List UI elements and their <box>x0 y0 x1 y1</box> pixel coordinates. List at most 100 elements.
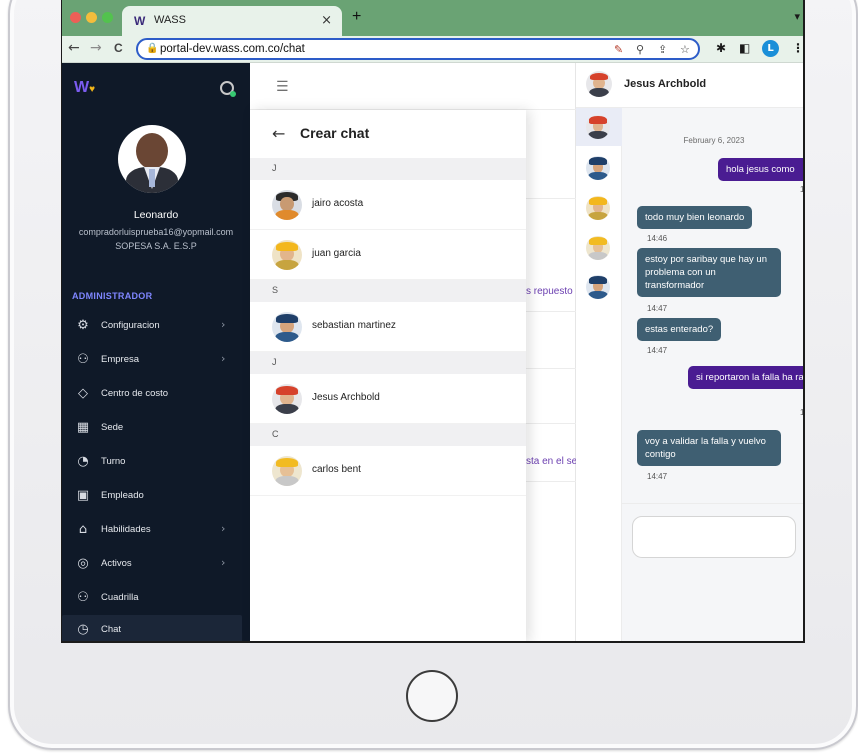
sidebar-item-label: Habilidades <box>101 524 151 535</box>
back-arrow-icon[interactable]: ← <box>68 40 80 56</box>
location-icon: ◎ <box>77 556 89 571</box>
chevron-right-icon: › <box>221 318 226 331</box>
message-bubble-incoming: estas enterado? <box>637 318 722 341</box>
url-text: portal-dev.wass.com.co/chat <box>160 43 305 55</box>
zoom-icon[interactable]: ⚲ <box>636 43 644 56</box>
wass-logo[interactable]: W♥ <box>74 79 95 97</box>
recent-contact-avatar[interactable] <box>586 275 610 299</box>
message-time: 14:47 <box>647 346 668 355</box>
user-account-icon[interactable] <box>220 81 236 97</box>
profile-avatar-icon[interactable]: L <box>762 40 779 57</box>
hamburger-menu-icon[interactable]: ☰ <box>276 79 289 95</box>
chevron-right-icon: › <box>221 522 226 535</box>
recent-contact-avatar[interactable] <box>586 236 610 260</box>
sidebar-item-sede[interactable]: ▦ Sede <box>62 413 250 443</box>
tab-list-chevron-icon[interactable]: ▾ <box>794 10 800 23</box>
password-key-icon[interactable]: ✎ <box>614 43 623 56</box>
close-tab-icon[interactable]: × <box>321 13 332 28</box>
chat-preview-snippet[interactable]: sta en el se <box>526 456 577 467</box>
sidebar-item-empleado[interactable]: ▣ Empleado <box>62 481 250 511</box>
recent-contact-avatar[interactable] <box>586 115 610 139</box>
message-bubble-outgoing: si reportaron la falla ha rato <box>688 366 803 389</box>
reload-icon[interactable]: C <box>114 41 123 55</box>
sidebar-item-chat[interactable]: ◷ Chat <box>62 615 242 641</box>
skills-icon: ⌂ <box>78 522 88 537</box>
message-time: 14:47 <box>647 472 668 481</box>
message-time: 1 <box>800 185 805 194</box>
sidebar-item-label: Configuracion <box>101 320 160 331</box>
contact-avatar <box>272 312 302 342</box>
new-tab-button[interactable]: + <box>352 8 361 26</box>
message-thread: February 6, 2023 hola jesus como 1 todo … <box>622 108 805 503</box>
message-time: 1 <box>800 408 805 417</box>
contact-item[interactable]: Jesus Archbold <box>250 374 526 424</box>
back-arrow-icon[interactable]: ← <box>272 124 285 143</box>
group-letter-header: J <box>250 158 526 180</box>
conversation-contact-name: Jesus Archbold <box>624 78 707 90</box>
url-field[interactable]: 🔒 portal-dev.wass.com.co/chat ✎ ⚲ ⇪ ☆ <box>136 38 700 60</box>
message-bubble-incoming: voy a validar la falla y vuelvo contigo <box>637 430 781 466</box>
gear-icon: ⚙ <box>77 318 89 333</box>
message-bubble-incoming: todo muy bien leonardo <box>637 206 753 229</box>
sidebar-item-label: Empresa <box>101 354 140 365</box>
group-letter-header: C <box>250 424 526 446</box>
contact-item[interactable]: carlos bent <box>250 446 526 496</box>
sidebar-item-centro-de-costo[interactable]: ◇ Centro de costo <box>62 379 250 409</box>
wass-favicon-icon: W <box>134 14 146 28</box>
recent-contact-avatar[interactable] <box>586 156 610 180</box>
browser-menu-icon[interactable]: ⋮ <box>792 41 803 55</box>
message-bubble-outgoing: hola jesus como <box>718 158 803 181</box>
lock-icon: 🔒 <box>146 43 159 54</box>
sidebar-item-turno[interactable]: ◔ Turno <box>62 447 250 477</box>
extensions-puzzle-icon[interactable]: ✱ <box>716 41 726 55</box>
minimize-window-dot[interactable] <box>86 12 97 23</box>
app-sidebar: W♥ Leonardo compradorluisprueba16@yopmai… <box>62 63 250 641</box>
section-title-administrador: ADMINISTRADOR <box>72 291 153 301</box>
side-panel-icon[interactable]: ◧ <box>739 41 750 55</box>
message-composer <box>622 503 803 641</box>
message-time: 14:46 <box>647 234 668 243</box>
drawer-title: Crear chat <box>300 125 370 141</box>
share-icon[interactable]: ⇪ <box>658 43 667 56</box>
close-window-dot[interactable] <box>70 12 81 23</box>
sidebar-item-activos[interactable]: ◎ Activos › <box>62 549 250 579</box>
id-card-icon: ▣ <box>76 488 90 503</box>
message-input[interactable] <box>632 516 796 558</box>
sidebar-item-habilidades[interactable]: ⌂ Habilidades › <box>62 515 250 545</box>
profile-avatar <box>118 125 186 193</box>
user-company: SOPESA S.A. E.S.P <box>115 241 197 251</box>
recent-contact-avatar[interactable] <box>586 196 610 220</box>
contact-item[interactable]: sebastian martinez <box>250 302 526 352</box>
date-separator: February 6, 2023 <box>683 136 745 145</box>
user-name: Leonardo <box>133 209 179 221</box>
contact-name: sebastian martinez <box>312 320 396 331</box>
sidebar-item-label: Activos <box>101 558 132 569</box>
drawer-header: ← Crear chat <box>250 110 526 158</box>
address-toolbar: ← → C 🔒 portal-dev.wass.com.co/chat ✎ ⚲ … <box>62 36 803 63</box>
conversation-header: Jesus Archbold <box>576 63 803 108</box>
sidebar-item-label: Cuadrilla <box>101 592 139 603</box>
recent-contacts-column <box>576 108 622 641</box>
message-bubble-incoming: estoy por saribay que hay un problema co… <box>637 248 781 297</box>
contact-name: juan garcia <box>312 248 361 259</box>
home-button[interactable] <box>406 670 458 722</box>
forward-arrow-icon[interactable]: → <box>90 40 102 56</box>
sidebar-item-cuadrilla[interactable]: ⚇ Cuadrilla <box>62 583 250 613</box>
contact-item[interactable]: jairo acosta <box>250 180 526 230</box>
chevron-right-icon: › <box>221 352 226 365</box>
chat-preview-snippet[interactable]: s repuesto <box>526 286 573 297</box>
contact-item[interactable]: juan garcia <box>250 230 526 280</box>
chat-icon: ◷ <box>77 622 89 637</box>
browser-tab-bar: W WASS × + ▾ <box>62 0 803 36</box>
sidebar-item-empresa[interactable]: ⚇ Empresa › <box>62 345 250 375</box>
team-icon: ⚇ <box>77 590 89 605</box>
sidebar-item-label: Empleado <box>101 490 144 501</box>
maximize-window-dot[interactable] <box>102 12 113 23</box>
clock-icon: ◔ <box>77 454 89 469</box>
chevron-right-icon: › <box>221 556 226 569</box>
sidebar-item-configuracion[interactable]: ⚙ Configuracion › <box>62 311 250 341</box>
browser-tab-wass[interactable]: W WASS × <box>122 6 342 36</box>
bookmark-star-icon[interactable]: ☆ <box>680 43 690 56</box>
sidebar-item-label: Centro de costo <box>101 388 169 399</box>
tab-title: WASS <box>154 14 186 26</box>
